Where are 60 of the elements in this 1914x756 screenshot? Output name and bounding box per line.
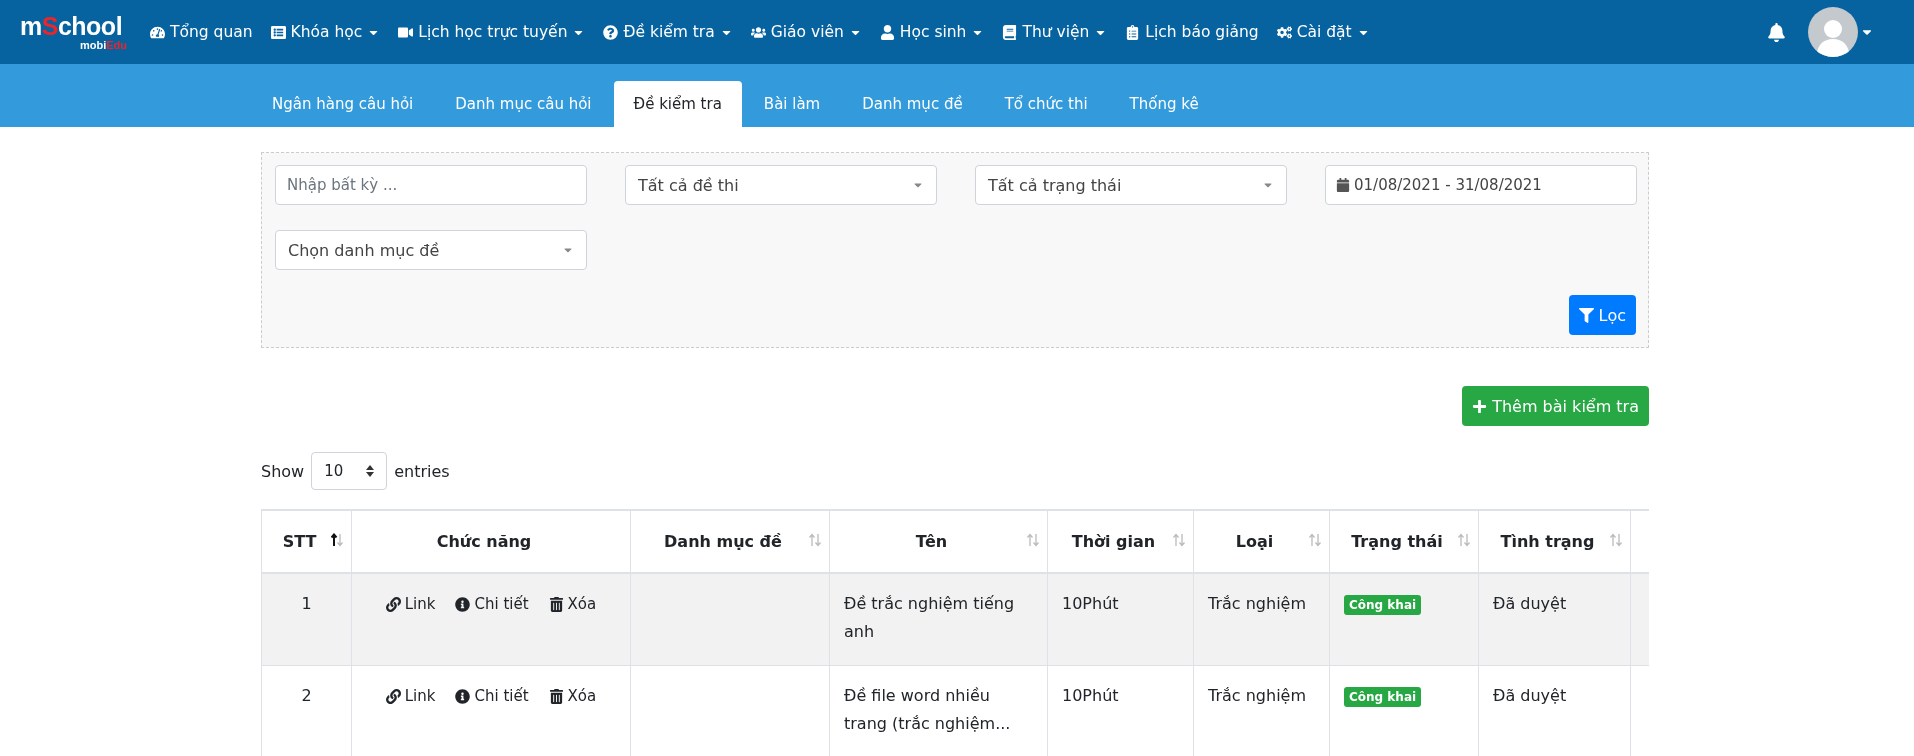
nav-menu-item[interactable]: Cài đặt (1267, 23, 1379, 41)
table-cell-text: Đề trắc nghiệm tiếng anh (844, 593, 1016, 643)
nav-menu-item[interactable]: Tổng quan (141, 23, 262, 41)
trash-icon (548, 688, 564, 704)
table-cell-text: 10Phút (1062, 685, 1119, 707)
clipboard-icon (1125, 24, 1141, 40)
delete-action[interactable]: Xóa (548, 590, 597, 618)
nav-menu-item[interactable]: Học sinh (870, 23, 994, 41)
list-icon (270, 24, 286, 40)
link-icon (385, 596, 401, 612)
nav-menu-item[interactable]: Thư viện (993, 23, 1117, 41)
info-icon (455, 688, 471, 704)
status-badge: Công khai (1344, 687, 1422, 707)
updown-icon (366, 465, 375, 477)
link-action[interactable]: Link (385, 682, 436, 710)
category-select[interactable]: Chọn danh mục đề (275, 230, 587, 270)
date-range-field[interactable]: 01/08/2021 - 31/08/2021 (1325, 165, 1637, 205)
logo[interactable]: mSchool mobiEdu (20, 13, 128, 51)
plus-icon (1472, 398, 1488, 414)
tab[interactable]: Đề kiểm tra (613, 81, 742, 127)
user-icon (879, 24, 895, 40)
nav-menu-item[interactable]: Lịch học trực tuyến (389, 23, 595, 41)
table-cell-text: 2 (301, 685, 312, 707)
table-cell-text: Đã duyệt (1493, 593, 1567, 615)
bell-icon[interactable] (1767, 22, 1786, 42)
show-label: Show (261, 461, 305, 481)
info-icon (455, 596, 471, 612)
logo-text: mSchool (20, 13, 123, 39)
sort-icon[interactable] (331, 533, 343, 547)
book-icon (1002, 24, 1018, 40)
calendar-icon (1336, 178, 1350, 192)
table-cell-text: Trắc nghiệm (1208, 593, 1306, 615)
table-cell-text: 1 (301, 593, 312, 615)
table-cell-text: Trắc nghiệm (1208, 685, 1306, 707)
gauge-icon (150, 24, 166, 40)
table-cell-text: 10Phút (1062, 593, 1119, 615)
nav-menu-item[interactable]: Giáo viên (741, 23, 871, 41)
gears-icon (1276, 24, 1292, 40)
logo-subtext: mobiEdu (80, 39, 128, 51)
entries-label: entries (394, 461, 450, 481)
filter-icon (1578, 307, 1594, 323)
status-select[interactable]: Tất cả trạng thái (975, 165, 1287, 205)
trash-icon (548, 596, 564, 612)
exam-select[interactable]: Tất cả đề thi (625, 165, 937, 205)
nav-menu-item[interactable]: Đề kiểm tra (594, 23, 742, 41)
users-icon (750, 24, 766, 40)
table-cell-text: Đề file word nhiều trang (trắc nghiệm... (844, 685, 1012, 735)
link-icon (385, 688, 401, 704)
detail-action[interactable]: Chi tiết (455, 590, 529, 618)
nav-menu-item[interactable]: Lịch báo giảng (1116, 23, 1268, 41)
table-cell-text: Đã duyệt (1493, 685, 1567, 707)
link-action[interactable]: Link (385, 590, 436, 618)
avatar[interactable] (1808, 7, 1858, 57)
delete-action[interactable]: Xóa (548, 682, 597, 710)
search-field[interactable]: Nhập bất kỳ ... (275, 165, 587, 205)
detail-action[interactable]: Chi tiết (455, 682, 529, 710)
status-badge: Công khai (1344, 595, 1422, 615)
nav-menu-item[interactable]: Khóa học (261, 23, 390, 41)
page-length-select[interactable]: 10 (311, 452, 388, 490)
filter-button[interactable]: Lọc (1568, 295, 1636, 335)
